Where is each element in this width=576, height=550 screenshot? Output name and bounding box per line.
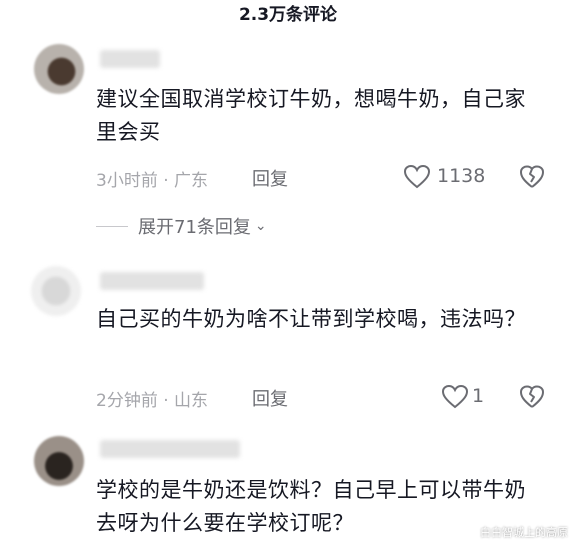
comment-time-location: 2分钟前 · 山东 bbox=[96, 391, 209, 411]
avatar[interactable] bbox=[31, 266, 81, 316]
divider-line bbox=[96, 225, 128, 227]
username-blurred[interactable] bbox=[100, 50, 160, 68]
comment-time-location: 3小时前 · 广东 bbox=[96, 171, 209, 191]
like-count: 1 bbox=[472, 385, 485, 407]
username-blurred[interactable] bbox=[100, 272, 204, 290]
comment-text: 建议全国取消学校订牛奶，想喝牛奶，自己家里会买 bbox=[96, 87, 526, 144]
avatar[interactable] bbox=[34, 44, 84, 94]
expand-replies-button[interactable]: 展开71条回复 ⌄ bbox=[96, 212, 267, 240]
comment-count-header: 2.3万条评论 bbox=[238, 5, 338, 25]
reply-button[interactable]: 回复 bbox=[252, 165, 288, 191]
broken-heart-icon[interactable] bbox=[519, 384, 545, 410]
reply-button[interactable]: 回复 bbox=[252, 385, 288, 411]
broken-heart-icon[interactable] bbox=[519, 164, 545, 190]
username-blurred[interactable] bbox=[100, 440, 240, 458]
expand-replies-label: 展开71条回复 bbox=[138, 217, 251, 238]
watermark: 白白智城上的高原 bbox=[480, 526, 568, 539]
heart-outline-icon[interactable] bbox=[403, 164, 431, 190]
chevron-down-icon: ⌄ bbox=[254, 218, 267, 234]
avatar[interactable] bbox=[34, 436, 84, 486]
comment-text: 学校的是牛奶还是饮料？自己早上可以带牛奶去呀为什么要在学校订呢？ bbox=[96, 478, 526, 535]
like-count: 1138 bbox=[437, 165, 486, 187]
heart-outline-icon[interactable] bbox=[441, 384, 469, 410]
comment-text: 自己买的牛奶为啥不让带到学校喝，违法吗？ bbox=[96, 307, 526, 331]
